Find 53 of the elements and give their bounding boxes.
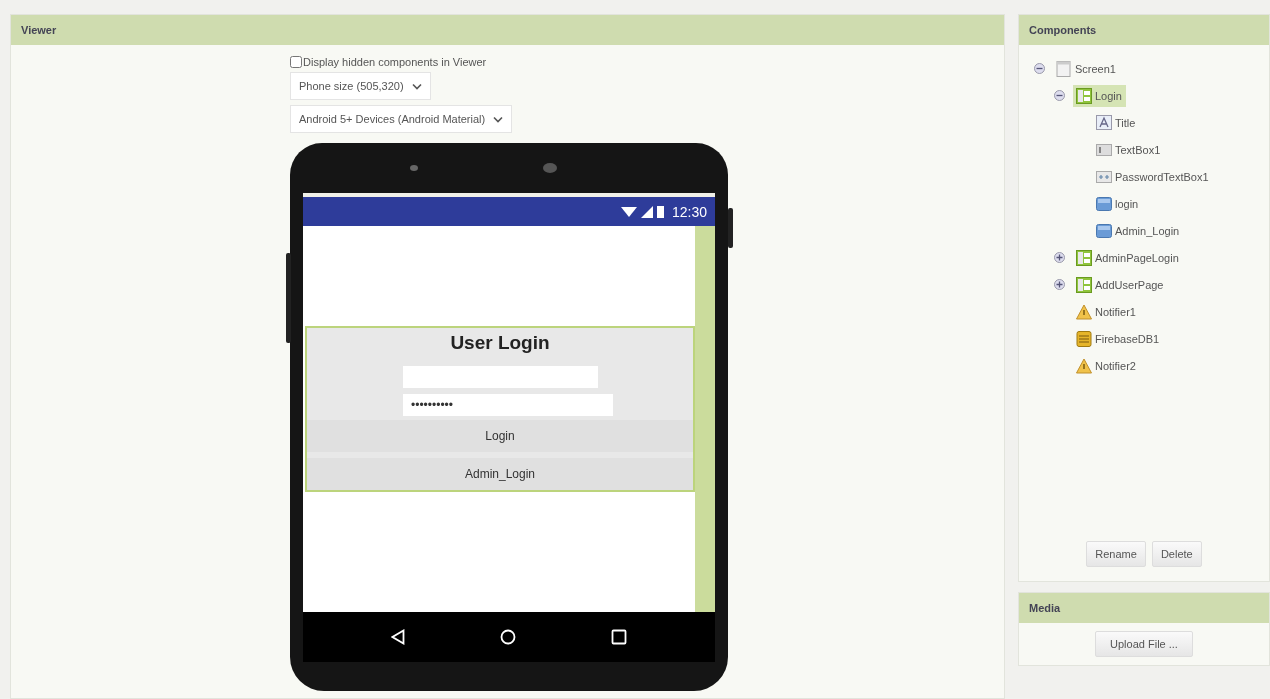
wifi-icon [620,205,637,218]
tree-item[interactable]: login [1093,192,1143,215]
tree-item[interactable]: Login [1073,84,1126,107]
password-icon [1096,168,1112,185]
upload-button[interactable]: Upload File ... [1095,631,1193,657]
collapse-icon[interactable] [1034,63,1045,74]
tree-item[interactable]: Title [1093,111,1140,134]
battery-icon [656,205,664,218]
action-button[interactable]: Rename [1086,541,1146,567]
letter-icon [1096,114,1112,131]
database-icon [1076,330,1092,347]
panel-header: Viewer [11,15,1004,45]
panel-header: Components [1019,15,1269,45]
warning-icon [1076,357,1092,374]
layout-icon [1076,276,1092,293]
button-icon [1096,222,1112,239]
login-title: User Login [450,332,550,355]
expand-icon[interactable] [1054,252,1065,263]
expand-icon[interactable] [1054,279,1065,290]
textbox-icon [1096,141,1112,158]
tree-item[interactable]: FirebaseDB1 [1073,327,1164,350]
checkbox[interactable] [290,56,302,68]
theme-dropdown[interactable]: Android 5+ Devices (Android Material) [290,105,513,133]
tree-item[interactable]: Notifier1 [1073,300,1140,323]
status-time: 12:30 [671,203,707,220]
home-icon [500,629,516,645]
tree-item[interactable]: PasswordTextBox1 [1093,165,1213,188]
login-button[interactable]: Admin_Login [307,458,693,490]
chevron-icon [493,115,504,123]
recents-icon [611,629,628,645]
login-button[interactable]: Login [307,420,693,452]
tree-item[interactable]: AddUserPage [1073,273,1168,296]
screen-icon [1056,60,1072,77]
signal-icon [640,205,653,218]
panel-header: Media [1019,593,1269,623]
button-icon [1096,195,1112,212]
chevron-icon [411,82,422,90]
size-dropdown[interactable]: Phone size (505,320) [290,72,431,100]
tree-item[interactable]: Screen1 [1053,57,1120,80]
checkbox-label[interactable]: Display hidden components in Viewer [303,56,487,68]
speaker-icon [410,165,418,171]
warning-icon [1076,303,1092,320]
layout-icon [1076,249,1092,266]
tree-item[interactable]: AdminPageLogin [1073,246,1183,269]
layout-icon [1076,87,1092,104]
back-icon [390,629,405,645]
action-button[interactable]: Delete [1151,541,1202,567]
tree-item[interactable]: Notifier2 [1073,354,1140,377]
camera-icon [542,163,558,173]
collapse-icon[interactable] [1054,90,1065,101]
password-field[interactable]: •••••••••• [403,394,613,416]
tree-item[interactable]: TextBox1 [1093,138,1165,161]
tree-item[interactable]: Admin_Login [1093,219,1184,242]
